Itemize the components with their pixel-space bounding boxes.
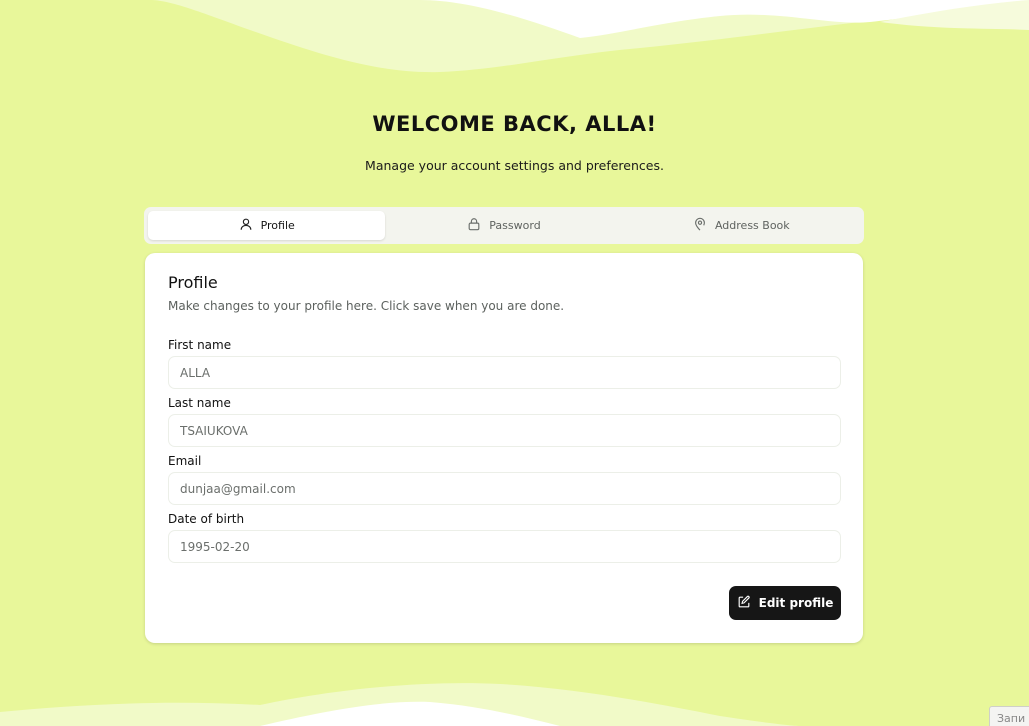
first-name-label: First name: [168, 338, 232, 352]
tab-address-book-label: Address Book: [714, 219, 790, 232]
settings-tabs: Profile Password Address Book: [144, 207, 864, 244]
lock-icon: [467, 217, 481, 234]
edit-profile-label: Edit profile: [758, 596, 834, 610]
map-pin-icon: [693, 217, 707, 234]
email-label: Email: [168, 454, 202, 468]
tab-address-book[interactable]: Address Book: [623, 211, 860, 240]
card-title: Profile: [168, 273, 218, 292]
corner-badge[interactable]: Запи: [989, 706, 1029, 726]
user-icon: [239, 217, 253, 234]
profile-card: Profile Make changes to your profile her…: [145, 253, 863, 643]
tab-profile[interactable]: Profile: [148, 211, 386, 240]
last-name-field[interactable]: [168, 414, 841, 447]
date-of-birth-label: Date of birth: [168, 512, 245, 526]
tab-password-label: Password: [489, 219, 541, 232]
tab-profile-label: Profile: [260, 219, 295, 232]
last-name-label: Last name: [168, 396, 231, 410]
edit-profile-button[interactable]: Edit profile: [729, 586, 841, 620]
edit-icon: [737, 595, 751, 612]
email-field[interactable]: [168, 472, 841, 505]
page-title: WELCOME BACK, ALLA!: [372, 112, 657, 136]
first-name-field[interactable]: [168, 356, 841, 389]
card-description: Make changes to your profile here. Click…: [168, 299, 565, 313]
date-of-birth-field[interactable]: [168, 530, 841, 563]
page-subtitle: Manage your account settings and prefere…: [365, 158, 664, 173]
tab-password[interactable]: Password: [385, 211, 622, 240]
